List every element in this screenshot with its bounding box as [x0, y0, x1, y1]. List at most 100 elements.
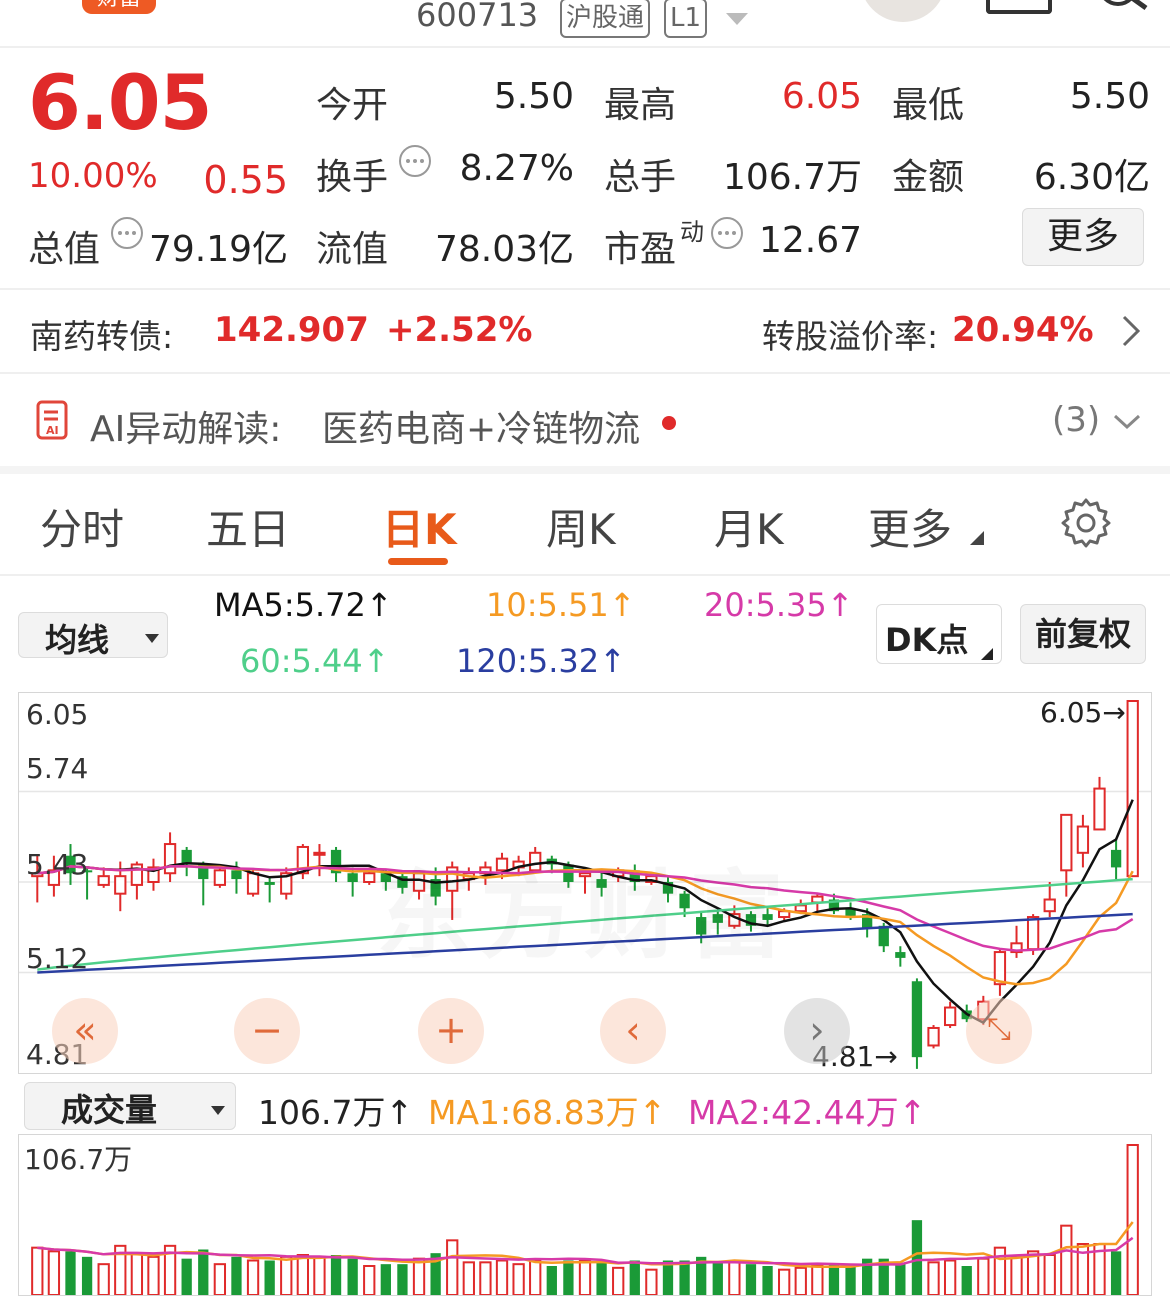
mktcap-label: 总值 — [28, 229, 101, 270]
volume-bar — [679, 1260, 690, 1295]
scroll-left-icon[interactable]: ‹ — [600, 998, 666, 1064]
volume-bar — [363, 1265, 376, 1295]
pe-info-icon[interactable] — [710, 216, 744, 254]
turnover-label: 换手 — [316, 157, 389, 198]
candle-body — [911, 981, 923, 1058]
bond-label: 南药转债: — [30, 317, 174, 356]
chevron-down-icon — [1112, 412, 1142, 436]
ma-dropdown[interactable]: 均线 — [18, 612, 168, 659]
volume-bar — [1026, 1250, 1040, 1295]
ma-dropdown-label: 均线 — [45, 621, 110, 659]
tab-daily-k[interactable]: 日K — [382, 496, 457, 557]
calendar-icon[interactable] — [986, 0, 1052, 14]
y-label-5-43: 5.43 — [26, 848, 89, 881]
avatar[interactable] — [860, 0, 946, 22]
candle-body — [347, 873, 358, 882]
float-label: 流值 — [316, 229, 389, 270]
candle-body — [213, 869, 227, 886]
ma120-value: 120:5.32↑ — [456, 642, 626, 680]
ma5-value: MA5:5.72↑ — [214, 586, 393, 624]
tab-more-corner-icon — [970, 530, 984, 549]
open-label: 今开 — [316, 85, 389, 126]
amount-label: 金额 — [892, 157, 965, 198]
volume-bar — [147, 1255, 160, 1295]
volume-bar — [330, 1255, 342, 1295]
volume-bar — [828, 1264, 840, 1295]
pe-label: 市盈 — [604, 229, 677, 270]
high-marker: 6.05→ — [1040, 696, 1126, 729]
tab-five-day[interactable]: 五日 — [206, 496, 290, 557]
volume-bar — [181, 1258, 192, 1295]
volume-bar — [529, 1259, 542, 1295]
open-value: 5.50 — [493, 76, 574, 117]
low-label: 最低 — [892, 85, 965, 126]
ai-label: AI异动解读: — [90, 409, 282, 450]
dropdown-caret-icon[interactable] — [726, 12, 748, 31]
bond-price: 142.907 — [214, 310, 369, 350]
volume-bar — [629, 1260, 640, 1295]
volume-bar — [745, 1264, 757, 1295]
volume-bar — [130, 1252, 144, 1295]
candle-body — [878, 925, 889, 947]
volume-bar — [446, 1239, 459, 1295]
change-amount: 0.55 — [203, 158, 288, 202]
app-tag: 财富 — [82, 0, 156, 14]
ma20-value: 20:5.35↑ — [704, 586, 854, 624]
volume-bar — [31, 1246, 44, 1295]
high-label: 最高 — [604, 85, 677, 126]
volume-dropdown-caret-icon — [211, 1101, 225, 1120]
volume-bar — [993, 1246, 1007, 1295]
premium-value: 20.94% — [952, 310, 1094, 350]
volume-bar — [81, 1256, 93, 1295]
volume-bar — [47, 1250, 61, 1295]
ai-row[interactable]: AI AI异动解读: 医药电商+冷链物流 (3) — [0, 374, 1170, 466]
volume-bar — [97, 1263, 110, 1295]
bond-row[interactable]: 南药转债: 142.907 +2.52% 转股溢价率: 20.94% — [0, 290, 1170, 372]
stock-code: 600713 — [416, 0, 539, 34]
y-label-6-05: 6.05 — [26, 698, 89, 731]
tab-intraday[interactable]: 分时 — [40, 496, 124, 557]
volume-bar — [479, 1261, 492, 1295]
rewind-icon[interactable]: « — [52, 998, 118, 1064]
dk-point-label: DK点 — [885, 621, 969, 659]
watermark: 东方财富 — [376, 838, 792, 977]
tab-more[interactable]: 更多 — [868, 496, 952, 557]
mktcap-info-icon[interactable] — [110, 216, 144, 254]
volume-bar — [578, 1259, 592, 1295]
search-icon[interactable] — [1096, 0, 1156, 14]
expand-icon[interactable]: ⤡ — [966, 998, 1032, 1064]
volume-bar — [280, 1255, 293, 1295]
tab-monthly-k[interactable]: 月K — [714, 496, 784, 557]
adjust-button[interactable]: 前复权 — [1020, 604, 1146, 664]
zoom-in-icon[interactable]: + — [418, 998, 484, 1064]
active-tab-indicator — [388, 558, 448, 565]
scroll-right-icon[interactable]: › — [784, 998, 850, 1064]
back-arrow-icon[interactable] — [30, 0, 50, 8]
volume-bar — [612, 1266, 625, 1295]
turnover-info-icon[interactable] — [398, 144, 432, 182]
tab-weekly-k[interactable]: 周K — [546, 496, 616, 557]
ma10-value: 10:5.51↑ — [486, 586, 636, 624]
volume-chart[interactable] — [18, 1134, 1152, 1296]
candle-body — [927, 1026, 940, 1047]
ai-report-icon: AI — [36, 400, 72, 444]
volume-bar — [462, 1261, 475, 1295]
more-button[interactable]: 更多 — [1022, 208, 1144, 266]
volume-label: 总手 — [604, 157, 677, 198]
dk-point-button[interactable]: DK点 — [876, 604, 1002, 664]
high-value: 6.05 — [781, 76, 862, 117]
ma-dropdown-caret-icon — [145, 629, 159, 648]
candle-body — [363, 872, 376, 883]
change-percent: 10.00% — [28, 156, 158, 196]
candle-body — [1110, 849, 1122, 868]
float-value: 78.03亿 — [434, 229, 574, 270]
volume-bar — [712, 1262, 723, 1295]
volume-dropdown[interactable]: 成交量 — [24, 1082, 236, 1130]
volume-bar — [213, 1263, 227, 1295]
ma60-value: 60:5.44↑ — [240, 642, 390, 680]
zoom-out-icon[interactable]: − — [234, 998, 300, 1064]
volume-bar — [794, 1266, 807, 1295]
volume-bar — [246, 1259, 260, 1295]
settings-gear-icon[interactable] — [1060, 496, 1112, 552]
candle-body — [231, 870, 242, 880]
